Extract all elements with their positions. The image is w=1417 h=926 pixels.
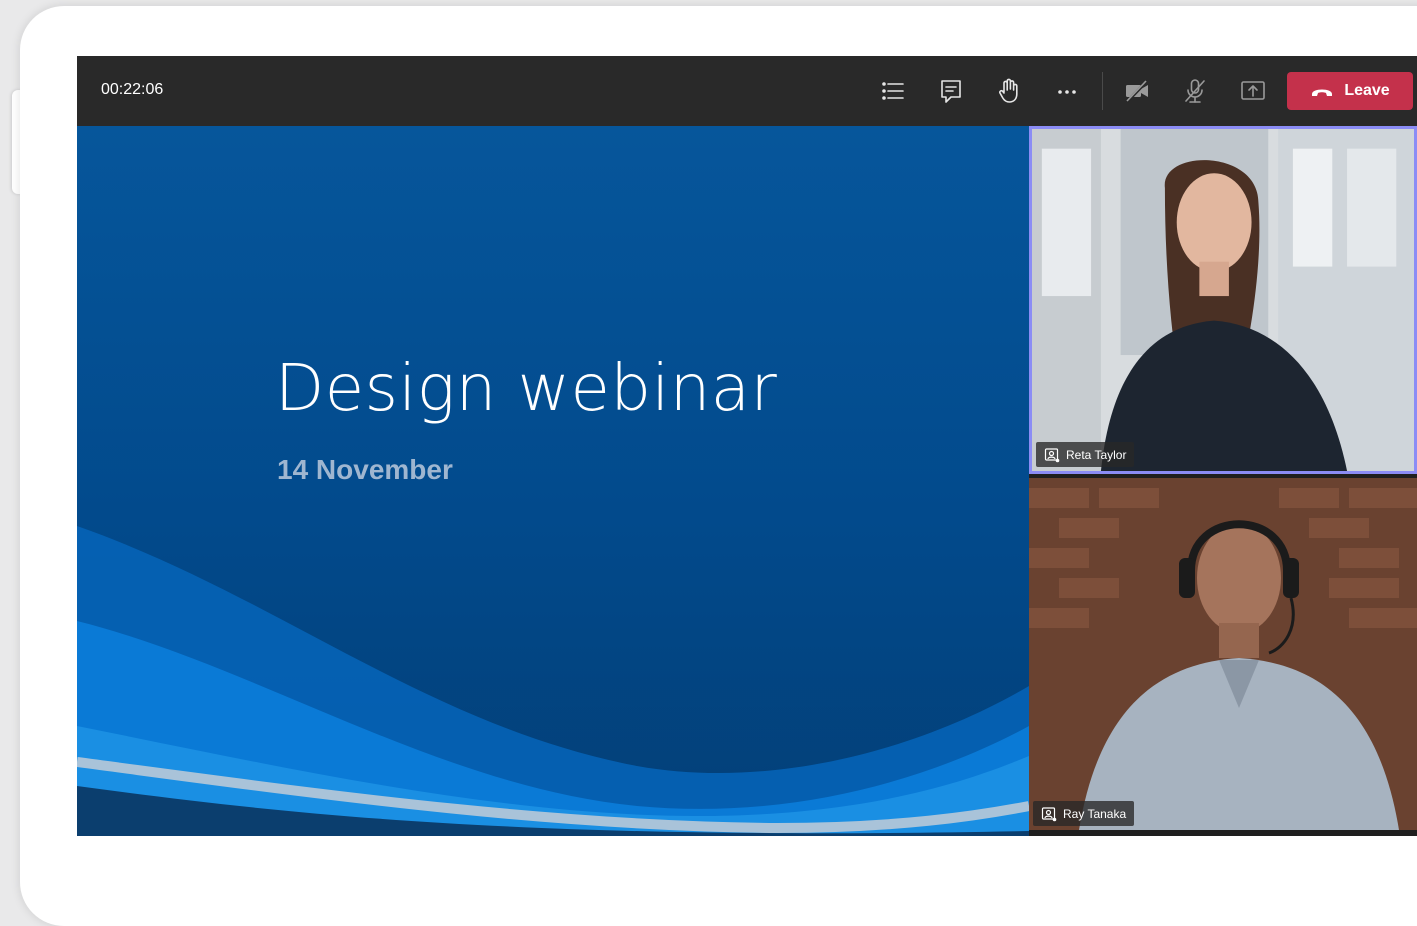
participant-name: Ray Tanaka [1063, 806, 1127, 821]
mic-off-icon [1185, 79, 1205, 103]
meeting-window: 00:22:06 Leave Design webinar 14 Novembe… [77, 56, 1417, 836]
leave-label: Leave [1344, 82, 1390, 99]
shared-presentation: Design webinar 14 November [77, 126, 1029, 836]
more-options-icon [1058, 90, 1076, 94]
presenter-icon [1044, 447, 1060, 462]
raise-hand-button[interactable] [991, 73, 1027, 109]
chat-icon [941, 80, 961, 103]
raise-hand-icon [999, 78, 1018, 103]
mic-toggle-button[interactable] [1177, 73, 1213, 109]
more-options-button[interactable] [1049, 73, 1085, 109]
participant-name: Reta Taylor [1066, 447, 1127, 462]
camera-off-icon [1125, 79, 1149, 104]
camera-toggle-button[interactable] [1119, 73, 1155, 109]
participants-list-icon [882, 82, 904, 100]
participants-button[interactable] [875, 73, 911, 109]
toolbar-divider [1102, 72, 1103, 110]
slide-date: 14 November [277, 454, 453, 485]
chat-button[interactable] [933, 73, 969, 109]
call-timer: 00:22:06 [101, 81, 164, 98]
presenter-icon [1041, 806, 1057, 821]
leave-button[interactable]: Leave [1287, 72, 1413, 110]
participant-name-tag: Ray Tanaka [1033, 801, 1135, 826]
phone-hangup-icon [1312, 89, 1333, 96]
participant-tile-1[interactable]: Reta Taylor [1029, 126, 1417, 474]
participant-video [1032, 129, 1414, 471]
participant-name-tag: Reta Taylor [1036, 442, 1135, 467]
slide-title: Design webinar [275, 352, 778, 426]
share-screen-icon [1241, 81, 1265, 100]
share-screen-button[interactable] [1235, 73, 1271, 109]
slide-wave-decoration [77, 526, 1029, 836]
meeting-toolbar: 00:22:06 Leave [77, 56, 1417, 126]
participant-tile-2[interactable]: Ray Tanaka [1029, 478, 1417, 830]
participant-video [1029, 478, 1417, 830]
